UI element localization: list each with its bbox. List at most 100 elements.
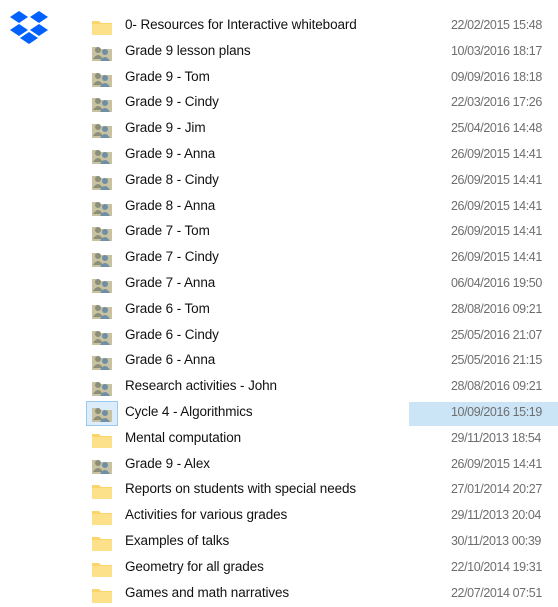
date-cell: 26/09/2015 14:41	[409, 247, 558, 271]
date-cell: 26/09/2015 14:41	[409, 221, 558, 245]
file-row[interactable]: Grade 6 - Cindy 25/05/2016 21:07	[0, 324, 558, 350]
file-name: Grade 9 - Jim	[125, 120, 206, 136]
file-row[interactable]: Cycle 4 - Algorithmics 10/09/2016 15:19	[0, 400, 558, 427]
date-cell: 26/09/2015 14:41	[409, 196, 558, 220]
file-row[interactable]: Grade 9 - Anna 26/09/2015 14:41	[0, 143, 558, 169]
file-name: Grade 8 - Cindy	[125, 171, 219, 187]
file-name: 0- Resources for Interactive whiteboard	[125, 17, 357, 32]
shared-folder-icon	[91, 405, 113, 423]
file-name: Grade 7 - Tom	[125, 223, 210, 239]
file-row[interactable]: Grade 6 - Anna 25/05/2016 21:15	[0, 349, 558, 375]
date-cell: 28/08/2016 09:21	[409, 376, 558, 400]
date-cell: 26/09/2015 14:41	[409, 170, 558, 194]
shared-folder-icon	[91, 328, 113, 346]
file-row[interactable]: Grade 8 - Cindy 26/09/2015 14:41	[0, 169, 558, 195]
modified-date: 27/01/2014 20:27	[451, 482, 542, 497]
date-cell: 22/10/2014 19:31	[409, 557, 558, 581]
file-name: Grade 9 - Alex	[125, 455, 210, 471]
modified-date: 25/05/2016 21:07	[451, 327, 542, 342]
modified-date: 22/03/2016 17:26	[451, 95, 542, 110]
file-row[interactable]: Reports on students with special needs 27…	[0, 478, 558, 504]
modified-date: 29/11/2013 20:04	[451, 508, 541, 523]
date-cell: 22/02/2015 15:48	[409, 15, 558, 39]
file-name: Grade 9 lesson plans	[125, 42, 251, 58]
date-cell: 09/09/2016 18:18	[409, 67, 558, 91]
file-name: Reports on students with special needs	[125, 481, 357, 497]
folder-icon	[91, 508, 113, 526]
modified-date: 06/04/2016 19:50	[451, 275, 542, 290]
date-cell: 10/03/2016 18:17	[409, 41, 558, 65]
shared-folder-icon	[91, 147, 113, 165]
modified-date: 26/09/2015 14:41	[451, 224, 542, 239]
modified-date: 22/07/2014 07:51	[451, 585, 542, 600]
modified-date: 28/08/2016 09:21	[451, 301, 542, 316]
folder-icon	[91, 586, 113, 604]
file-row[interactable]: Examples of talks 30/11/2013 00:39	[0, 530, 558, 556]
modified-date: 28/08/2016 09:21	[451, 379, 542, 394]
file-row[interactable]: 0- Resources for Interactive whiteboard 2…	[0, 14, 558, 40]
file-row[interactable]: Grade 9 - Cindy 22/03/2016 17:26	[0, 91, 558, 117]
folder-icon	[91, 534, 113, 552]
file-row[interactable]: Grade 7 - Tom 26/09/2015 14:41	[0, 220, 558, 246]
modified-date: 10/03/2016 18:17	[451, 43, 542, 58]
modified-date: 26/09/2015 14:41	[451, 146, 542, 161]
file-row[interactable]: Grade 8 - Anna 26/09/2015 14:41	[0, 195, 558, 221]
date-cell: 30/11/2013 00:39	[409, 531, 558, 555]
date-cell: 26/09/2015 14:41	[409, 454, 558, 478]
file-row[interactable]: Activities for various grades 29/11/2013 …	[0, 504, 558, 530]
shared-folder-icon	[91, 173, 113, 191]
file-row[interactable]: Geometry for all grades 22/10/2014 19:31	[0, 556, 558, 582]
date-cell: 26/09/2015 14:41	[409, 144, 558, 168]
file-name: Cycle 4 - Algorithmics	[125, 403, 253, 419]
date-cell: 29/11/2013 20:04	[409, 505, 558, 529]
modified-date: 09/09/2016 18:18	[451, 69, 542, 84]
folder-icon	[91, 18, 113, 36]
modified-date: 22/02/2015 15:48	[451, 18, 542, 32]
file-row[interactable]: Games and math narratives 22/07/2014 07:5…	[0, 582, 558, 607]
file-name: Grade 7 - Cindy	[125, 249, 219, 265]
modified-date: 26/09/2015 14:41	[451, 456, 542, 471]
file-row[interactable]: Grade 9 lesson plans 10/03/2016 18:17	[0, 40, 558, 66]
shared-folder-icon	[91, 121, 113, 139]
modified-date: 10/09/2016 15:19	[451, 404, 542, 419]
shared-folder-icon	[91, 250, 113, 268]
modified-date: 29/11/2013 18:54	[451, 430, 541, 445]
file-name: Grade 7 - Anna	[125, 274, 216, 290]
file-list: 0- Resources for Interactive whiteboard 2…	[0, 14, 558, 607]
date-cell: 06/04/2016 19:50	[409, 273, 558, 297]
file-row[interactable]: Grade 6 - Tom 28/08/2016 09:21	[0, 298, 558, 324]
file-row[interactable]: Grade 9 - Alex 26/09/2015 14:41	[0, 453, 558, 479]
shared-folder-icon	[91, 44, 113, 62]
date-cell: 25/04/2016 14:48	[409, 118, 558, 142]
modified-date: 25/05/2016 21:15	[451, 353, 542, 368]
shared-folder-icon	[91, 353, 113, 371]
file-name: Grade 6 - Anna	[125, 352, 216, 368]
file-name: Grade 6 - Tom	[125, 300, 210, 316]
file-row[interactable]: Research activities - John 28/08/2016 09:…	[0, 375, 558, 401]
folder-icon	[91, 560, 113, 578]
file-name: Grade 9 - Tom	[125, 68, 210, 84]
date-cell: 22/03/2016 17:26	[409, 92, 558, 116]
file-row[interactable]: Mental computation 29/11/2013 18:54	[0, 427, 558, 453]
file-row[interactable]: Grade 7 - Anna 06/04/2016 19:50	[0, 272, 558, 298]
file-name: Mental computation	[125, 429, 242, 445]
shared-folder-icon	[91, 199, 113, 217]
modified-date: 30/11/2013 00:39	[451, 533, 541, 548]
modified-date: 22/10/2014 19:31	[451, 559, 542, 574]
file-name: Games and math narratives	[125, 584, 290, 600]
shared-folder-icon	[91, 70, 113, 88]
modified-date: 26/09/2015 14:41	[451, 172, 542, 187]
file-name: Activities for various grades	[125, 507, 288, 523]
date-cell: 10/09/2016 15:19	[409, 401, 558, 426]
date-cell: 28/08/2016 09:21	[409, 299, 558, 323]
file-name: Research activities - John	[125, 378, 277, 394]
modified-date: 26/09/2015 14:41	[451, 250, 542, 265]
shared-folder-icon	[91, 302, 113, 320]
file-name: Examples of talks	[125, 532, 230, 548]
file-row[interactable]: Grade 9 - Jim 25/04/2016 14:48	[0, 117, 558, 143]
shared-folder-icon	[91, 457, 113, 475]
shared-folder-icon	[91, 379, 113, 397]
file-row[interactable]: Grade 9 - Tom 09/09/2016 18:18	[0, 66, 558, 92]
file-name: Grade 8 - Anna	[125, 197, 216, 213]
file-row[interactable]: Grade 7 - Cindy 26/09/2015 14:41	[0, 246, 558, 272]
